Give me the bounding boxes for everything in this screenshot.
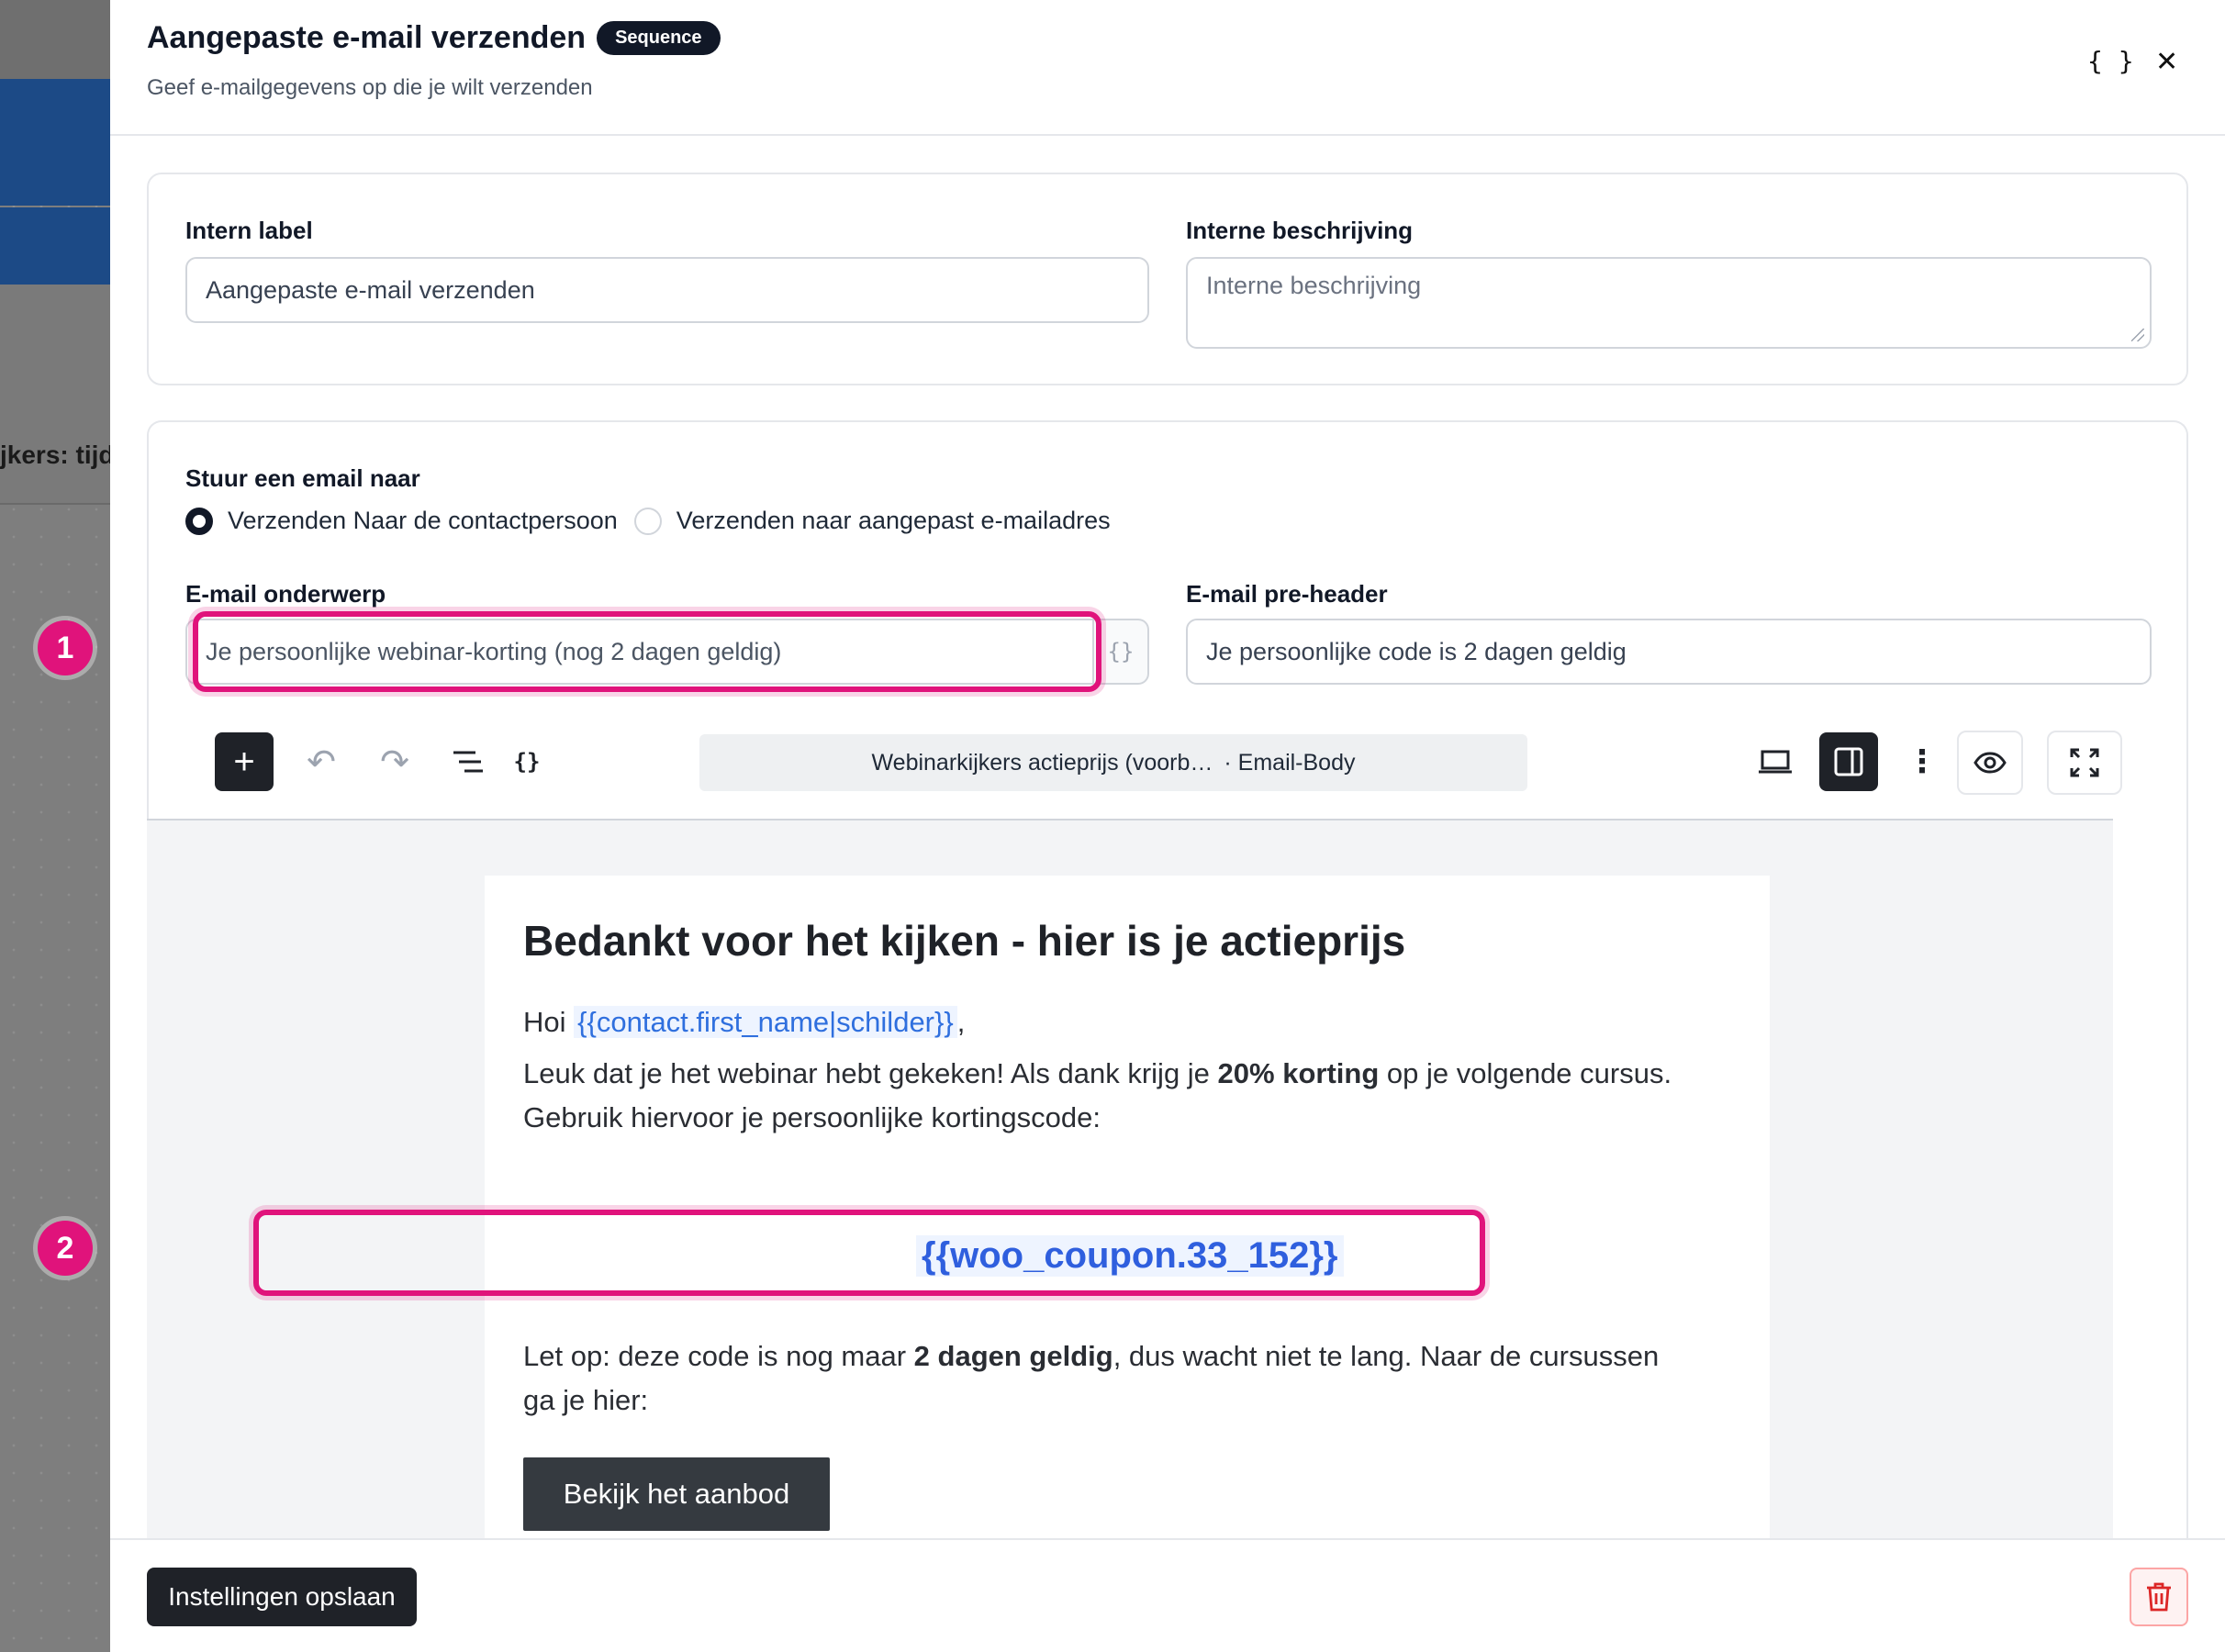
internal-label-label: Intern label (185, 217, 313, 244)
p1-bold: 20% korting (1217, 1057, 1380, 1089)
more-options-icon[interactable]: ⋮ (1904, 736, 1940, 787)
drawer-title: Aangepaste e-mail verzenden (147, 20, 587, 55)
add-block-button[interactable]: + (215, 732, 274, 791)
internal-description-label: Interne beschrijving (1186, 217, 1414, 244)
radio-option-contact[interactable]: Verzenden Naar de contactpersoon (185, 507, 618, 535)
email-paragraph-1[interactable]: Leuk dat je het webinar hebt gekeken! Al… (523, 1052, 1672, 1140)
send-to-label: Stuur een email naar (185, 464, 420, 492)
radio-unselected-icon[interactable] (633, 507, 662, 535)
preview-eye-icon[interactable] (1957, 731, 2023, 795)
annotation-marker-2: 2 (38, 1221, 93, 1276)
p2-text-a: Let op: deze code is nog maar (523, 1340, 914, 1372)
save-settings-button[interactable]: Instellingen opslaan (147, 1568, 417, 1626)
radio-selected-icon[interactable] (185, 507, 213, 535)
radio-option-contact-label: Verzenden Naar de contactpersoon (228, 507, 618, 534)
insert-variable-icon[interactable]: {} (1094, 619, 1149, 685)
radio-option-custom-label: Verzenden naar aangepast e-mailadres (676, 507, 1111, 534)
p1-text-a: Leuk dat je het webinar hebt gekeken! Al… (523, 1057, 1218, 1089)
email-greeting[interactable]: Hoi {{contact.first_name|schilder}}, (523, 1000, 965, 1044)
p2-bold: 2 dagen geldig (913, 1340, 1113, 1372)
sequence-badge: Sequence (597, 21, 721, 55)
bg-topbar (0, 0, 119, 79)
variables-icon[interactable]: {} (501, 736, 553, 787)
delete-icon[interactable] (2130, 1568, 2188, 1626)
preheader-label: E-mail pre-header (1186, 580, 1388, 608)
subject-input[interactable]: Je persoonlijke webinar-korting (nog 2 d… (185, 619, 1094, 685)
drawer-footer: Instellingen opslaan (110, 1538, 2225, 1652)
annotation-marker-1: 1 (38, 620, 93, 675)
code-view-icon[interactable]: { } (2087, 46, 2134, 76)
undo-icon[interactable]: ↶ (296, 736, 347, 787)
preheader-input[interactable]: Je persoonlijke code is 2 dagen geldig (1186, 619, 2152, 685)
email-body: Bedankt voor het kijken - hier is je act… (485, 876, 1770, 1544)
internal-label-input[interactable]: Aangepaste e-mail verzenden (185, 257, 1149, 323)
close-icon[interactable]: ✕ (2155, 46, 2178, 78)
desktop-preview-icon[interactable] (1750, 736, 1801, 787)
first-name-variable[interactable]: {{contact.first_name|schilder}} (574, 1006, 957, 1038)
bg-strip (0, 285, 119, 505)
cta-button[interactable]: Bekijk het aanbod (523, 1457, 830, 1531)
bg-nav-block (0, 207, 119, 285)
p2-line-2: ga je hier: (523, 1384, 649, 1416)
p1-line-2: Gebruik hiervoor je persoonlijke korting… (523, 1101, 1101, 1133)
document-title: Webinarkijkers actieprijs (voorb… (871, 749, 1213, 776)
coupon-code-variable[interactable]: {{woo_coupon.33_152}} (916, 1235, 1344, 1277)
fullscreen-icon[interactable] (2047, 731, 2122, 795)
internal-settings-card: Intern label Aangepaste e-mail verzenden… (147, 173, 2188, 385)
sidebar-toggle-icon[interactable] (1819, 732, 1878, 791)
email-paragraph-2[interactable]: Let op: deze code is nog maar 2 dagen ge… (523, 1334, 1659, 1423)
subject-label: E-mail onderwerp (185, 580, 386, 608)
settings-drawer: Aangepaste e-mail verzenden Sequence Gee… (110, 0, 2225, 1652)
email-editor-canvas[interactable]: Bedankt voor het kijken - hier is je act… (147, 819, 2113, 1544)
internal-description-textarea[interactable]: Interne beschrijving (1186, 257, 2152, 349)
internal-description-placeholder: Interne beschrijving (1206, 272, 1422, 299)
bg-nav-block (0, 79, 119, 206)
redo-icon[interactable]: ↷ (369, 736, 420, 787)
drawer-header: Aangepaste e-mail verzenden Sequence Gee… (110, 0, 2225, 136)
p2-text-b: , dus wacht niet te lang. Naar de cursus… (1112, 1340, 1660, 1372)
greeting-text: Hoi (523, 1006, 575, 1038)
greeting-end: , (956, 1006, 966, 1038)
drawer-subtitle: Geef e-mailgegevens op die je wilt verze… (147, 75, 593, 100)
document-type: · Email-Body (1224, 749, 1356, 776)
p1-text-b: op je volgende cursus. (1379, 1057, 1672, 1089)
radio-option-custom[interactable]: Verzenden naar aangepast e-mailadres (633, 507, 1111, 535)
document-title-pill[interactable]: Webinarkijkers actieprijs (voorb… · Emai… (699, 734, 1527, 791)
list-view-icon[interactable] (442, 736, 494, 787)
email-heading[interactable]: Bedankt voor het kijken - hier is je act… (523, 916, 1405, 966)
resize-handle-icon[interactable] (2131, 329, 2144, 341)
